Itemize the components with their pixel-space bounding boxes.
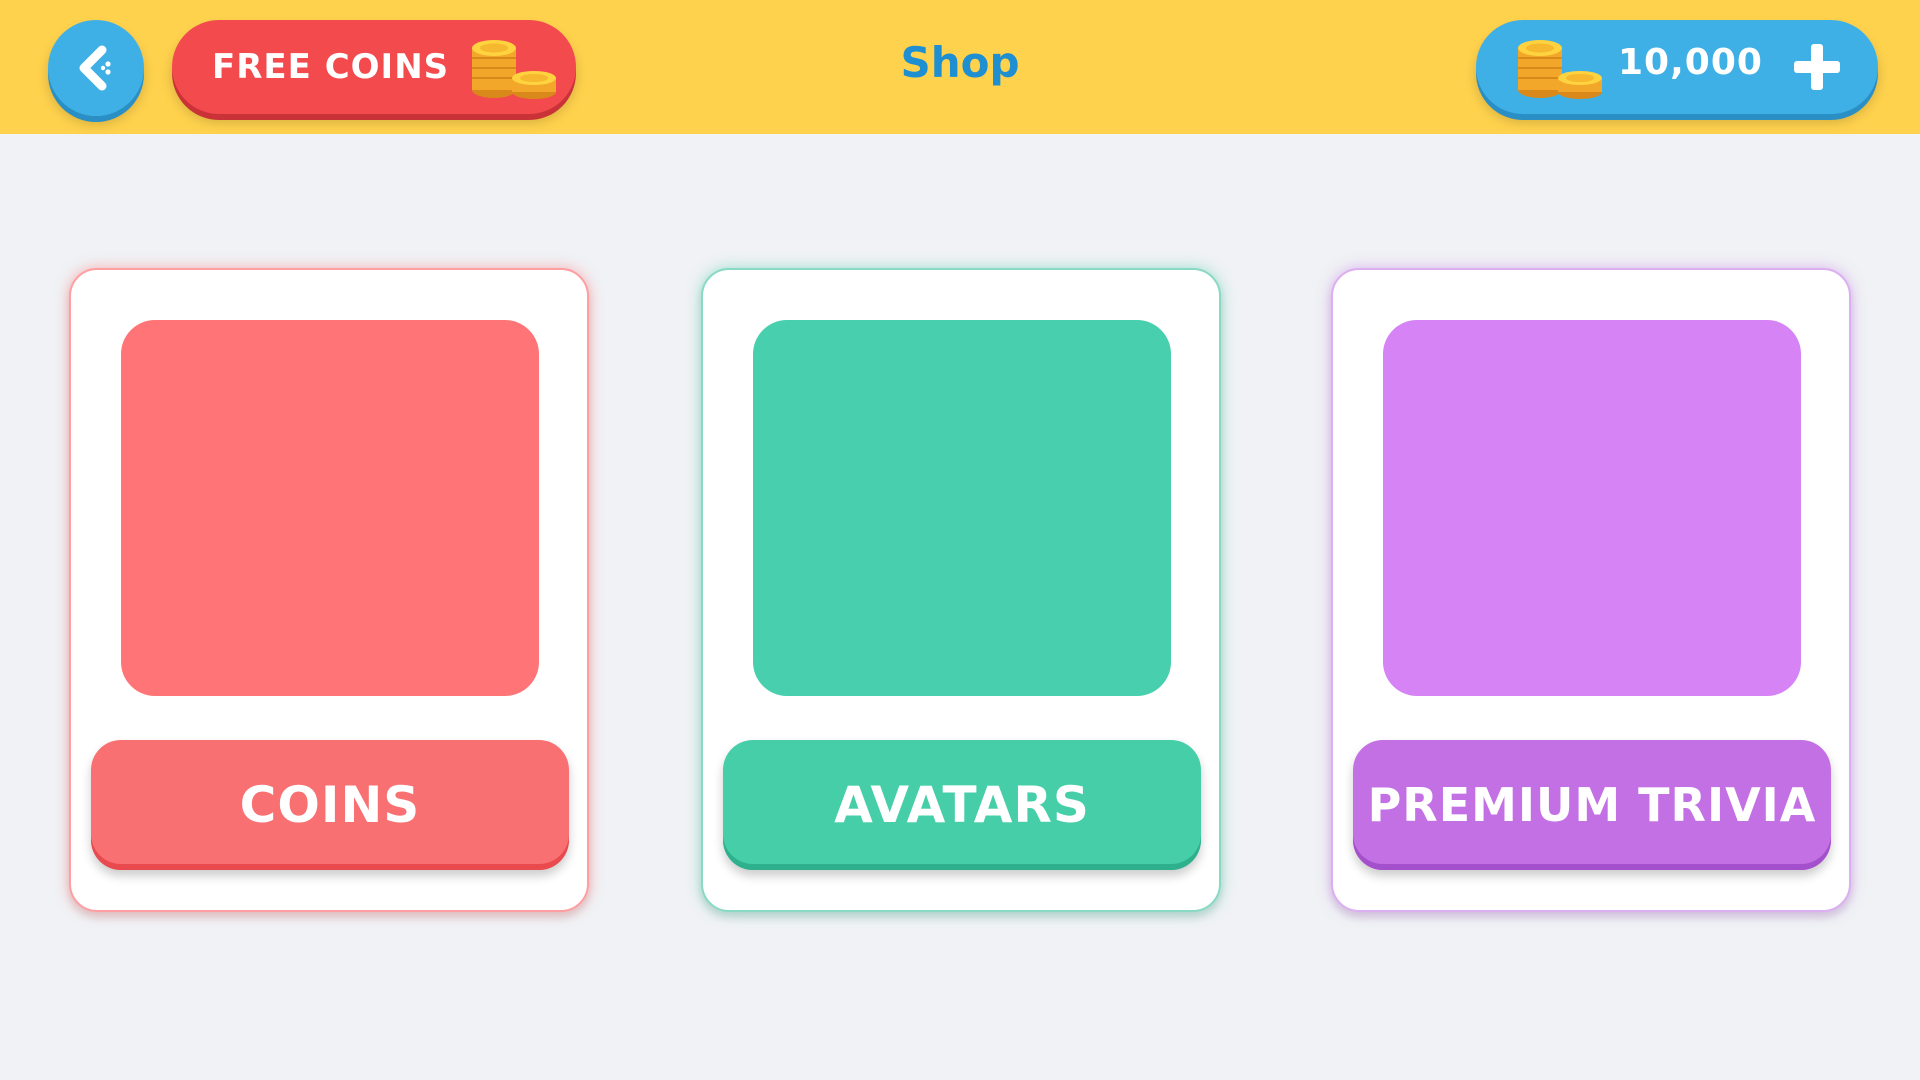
top-bar: FREE COINS Shop 10,000	[0, 0, 1920, 134]
page-title: Shop	[900, 38, 1020, 87]
coin-balance-value: 10,000	[1618, 42, 1763, 83]
coin-stack-icon	[1518, 40, 1602, 99]
card-image	[1383, 320, 1801, 696]
shop-card-coins[interactable]: COINS	[69, 268, 589, 912]
shop-card-premium-trivia[interactable]: PREMIUM TRIVIA	[1331, 268, 1851, 912]
chevron-left-icon	[79, 45, 111, 91]
free-coins-button[interactable]: FREE COINS	[172, 20, 576, 114]
free-coins-label: FREE COINS	[212, 47, 450, 87]
avatars-button[interactable]: AVATARS	[723, 740, 1201, 870]
coin-stack-icon	[472, 40, 556, 99]
back-button[interactable]	[48, 20, 144, 116]
shop-card-avatars[interactable]: AVATARS	[701, 268, 1221, 912]
coin-balance: 10,000	[1476, 20, 1878, 114]
coins-button[interactable]: COINS	[91, 740, 569, 870]
card-image	[121, 320, 539, 696]
plus-icon[interactable]	[1788, 38, 1846, 96]
premium-trivia-button[interactable]: PREMIUM TRIVIA	[1353, 740, 1831, 870]
card-image	[753, 320, 1171, 696]
